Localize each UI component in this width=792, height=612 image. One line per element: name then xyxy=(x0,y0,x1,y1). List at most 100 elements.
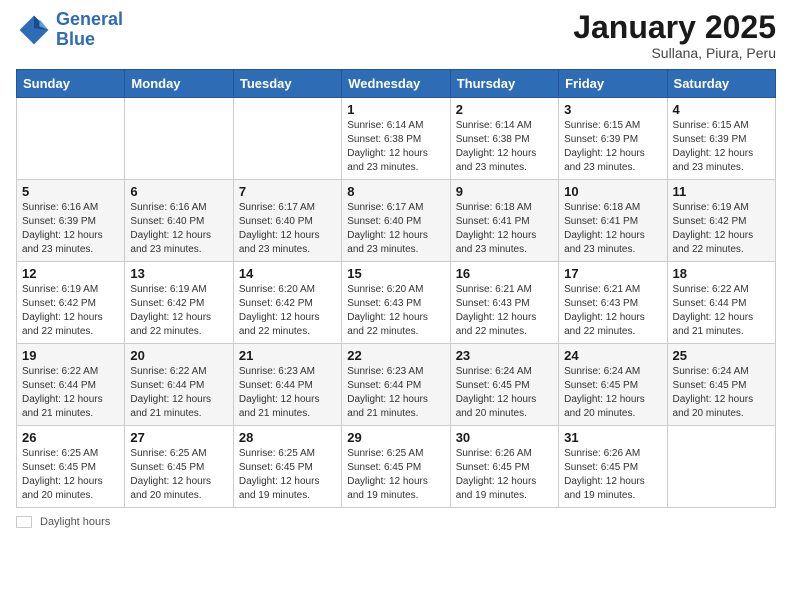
day-info: Sunrise: 6:24 AM Sunset: 6:45 PM Dayligh… xyxy=(673,365,770,421)
day-info: Sunrise: 6:26 AM Sunset: 6:45 PM Dayligh… xyxy=(456,447,553,503)
day-number: 8 xyxy=(347,184,444,199)
day-number: 23 xyxy=(456,348,553,363)
day-number: 24 xyxy=(564,348,661,363)
calendar-cell: 3 Sunrise: 6:15 AM Sunset: 6:39 PM Daylig… xyxy=(559,98,667,180)
calendar-cell xyxy=(17,98,125,180)
day-number: 21 xyxy=(239,348,336,363)
location-subtitle: Sullana, Piura, Peru xyxy=(573,45,776,61)
calendar-cell: 26 Sunrise: 6:25 AM Sunset: 6:45 PM Dayli… xyxy=(17,426,125,508)
calendar-cell: 2Sunrise: 6:14 AM Sunset: 6:38 PM Daylig… xyxy=(450,98,558,180)
calendar-cell: 5 Sunrise: 6:16 AM Sunset: 6:39 PM Daylig… xyxy=(17,180,125,262)
calendar-cell: 29 Sunrise: 6:25 AM Sunset: 6:45 PM Dayli… xyxy=(342,426,450,508)
calendar-cell xyxy=(233,98,341,180)
calendar-cell: 7 Sunrise: 6:17 AM Sunset: 6:40 PM Daylig… xyxy=(233,180,341,262)
calendar-cell: 11Sunrise: 6:19 AM Sunset: 6:42 PM Dayli… xyxy=(667,180,775,262)
calendar-cell: 6Sunrise: 6:16 AM Sunset: 6:40 PM Daylig… xyxy=(125,180,233,262)
legend-label: Daylight hours xyxy=(40,516,110,528)
logo-line2: Blue xyxy=(56,29,95,49)
calendar-cell: 22 Sunrise: 6:23 AM Sunset: 6:44 PM Dayli… xyxy=(342,344,450,426)
day-info: Sunrise: 6:24 AM Sunset: 6:45 PM Dayligh… xyxy=(456,365,553,421)
calendar-cell: 20Sunrise: 6:22 AM Sunset: 6:44 PM Dayli… xyxy=(125,344,233,426)
calendar-cell: 10Sunrise: 6:18 AM Sunset: 6:41 PM Dayli… xyxy=(559,180,667,262)
day-info: Sunrise: 6:24 AM Sunset: 6:45 PM Dayligh… xyxy=(564,365,661,421)
calendar-cell: 31 Sunrise: 6:26 AM Sunset: 6:45 PM Dayli… xyxy=(559,426,667,508)
header: General Blue January 2025 Sullana, Piura… xyxy=(16,10,776,61)
day-info: Sunrise: 6:25 AM Sunset: 6:45 PM Dayligh… xyxy=(347,447,444,503)
day-number: 14 xyxy=(239,266,336,281)
day-number: 11 xyxy=(673,184,770,199)
day-info: Sunrise: 6:21 AM Sunset: 6:43 PM Dayligh… xyxy=(564,283,661,339)
day-number: 19 xyxy=(22,348,119,363)
calendar-cell: 8 Sunrise: 6:17 AM Sunset: 6:40 PM Daylig… xyxy=(342,180,450,262)
calendar-cell: 24 Sunrise: 6:24 AM Sunset: 6:45 PM Dayli… xyxy=(559,344,667,426)
weekday-header-sunday: Sunday xyxy=(17,70,125,98)
day-number: 4 xyxy=(673,102,770,117)
day-number: 7 xyxy=(239,184,336,199)
day-number: 17 xyxy=(564,266,661,281)
calendar-cell: 18Sunrise: 6:22 AM Sunset: 6:44 PM Dayli… xyxy=(667,262,775,344)
day-info: Sunrise: 6:26 AM Sunset: 6:45 PM Dayligh… xyxy=(564,447,661,503)
weekday-header-wednesday: Wednesday xyxy=(342,70,450,98)
day-number: 3 xyxy=(564,102,661,117)
day-info: Sunrise: 6:19 AM Sunset: 6:42 PM Dayligh… xyxy=(22,283,119,339)
day-number: 25 xyxy=(673,348,770,363)
calendar-cell xyxy=(667,426,775,508)
title-block: January 2025 Sullana, Piura, Peru xyxy=(573,10,776,61)
day-info: Sunrise: 6:23 AM Sunset: 6:44 PM Dayligh… xyxy=(347,365,444,421)
day-info: Sunrise: 6:25 AM Sunset: 6:45 PM Dayligh… xyxy=(130,447,227,503)
day-number: 30 xyxy=(456,430,553,445)
calendar-cell: 25 Sunrise: 6:24 AM Sunset: 6:45 PM Dayli… xyxy=(667,344,775,426)
day-info: Sunrise: 6:22 AM Sunset: 6:44 PM Dayligh… xyxy=(130,365,227,421)
day-number: 22 xyxy=(347,348,444,363)
day-number: 28 xyxy=(239,430,336,445)
logo: General Blue xyxy=(16,10,123,50)
calendar-cell: 9Sunrise: 6:18 AM Sunset: 6:41 PM Daylig… xyxy=(450,180,558,262)
day-info: Sunrise: 6:14 AM Sunset: 6:38 PM Dayligh… xyxy=(347,119,444,175)
calendar-cell: 17 Sunrise: 6:21 AM Sunset: 6:43 PM Dayli… xyxy=(559,262,667,344)
day-info: Sunrise: 6:16 AM Sunset: 6:39 PM Dayligh… xyxy=(22,201,119,257)
weekday-header-thursday: Thursday xyxy=(450,70,558,98)
day-info: Sunrise: 6:21 AM Sunset: 6:43 PM Dayligh… xyxy=(456,283,553,339)
day-number: 18 xyxy=(673,266,770,281)
calendar-cell: 1 Sunrise: 6:14 AM Sunset: 6:38 PM Daylig… xyxy=(342,98,450,180)
calendar-cell: 28Sunrise: 6:25 AM Sunset: 6:45 PM Dayli… xyxy=(233,426,341,508)
day-number: 5 xyxy=(22,184,119,199)
calendar-cell: 23 Sunrise: 6:24 AM Sunset: 6:45 PM Dayli… xyxy=(450,344,558,426)
calendar-cell: 13 Sunrise: 6:19 AM Sunset: 6:42 PM Dayli… xyxy=(125,262,233,344)
week-row-1: 1 Sunrise: 6:14 AM Sunset: 6:38 PM Daylig… xyxy=(17,98,776,180)
day-info: Sunrise: 6:15 AM Sunset: 6:39 PM Dayligh… xyxy=(564,119,661,175)
day-info: Sunrise: 6:23 AM Sunset: 6:44 PM Dayligh… xyxy=(239,365,336,421)
calendar-cell xyxy=(125,98,233,180)
day-info: Sunrise: 6:17 AM Sunset: 6:40 PM Dayligh… xyxy=(347,201,444,257)
day-number: 29 xyxy=(347,430,444,445)
weekday-header-row: SundayMondayTuesdayWednesdayThursdayFrid… xyxy=(17,70,776,98)
day-number: 13 xyxy=(130,266,227,281)
legend-box xyxy=(16,516,32,528)
footer: Daylight hours xyxy=(16,516,776,528)
weekday-header-saturday: Saturday xyxy=(667,70,775,98)
day-number: 26 xyxy=(22,430,119,445)
calendar-cell: 16Sunrise: 6:21 AM Sunset: 6:43 PM Dayli… xyxy=(450,262,558,344)
calendar-cell: 30 Sunrise: 6:26 AM Sunset: 6:45 PM Dayli… xyxy=(450,426,558,508)
day-number: 12 xyxy=(22,266,119,281)
week-row-4: 19 Sunrise: 6:22 AM Sunset: 6:44 PM Dayli… xyxy=(17,344,776,426)
calendar-cell: 27 Sunrise: 6:25 AM Sunset: 6:45 PM Dayli… xyxy=(125,426,233,508)
calendar-cell: 14 Sunrise: 6:20 AM Sunset: 6:42 PM Dayli… xyxy=(233,262,341,344)
week-row-2: 5 Sunrise: 6:16 AM Sunset: 6:39 PM Daylig… xyxy=(17,180,776,262)
day-info: Sunrise: 6:19 AM Sunset: 6:42 PM Dayligh… xyxy=(130,283,227,339)
day-info: Sunrise: 6:17 AM Sunset: 6:40 PM Dayligh… xyxy=(239,201,336,257)
day-number: 10 xyxy=(564,184,661,199)
day-info: Sunrise: 6:25 AM Sunset: 6:45 PM Dayligh… xyxy=(22,447,119,503)
day-number: 31 xyxy=(564,430,661,445)
calendar-cell: 15Sunrise: 6:20 AM Sunset: 6:43 PM Dayli… xyxy=(342,262,450,344)
day-number: 2 xyxy=(456,102,553,117)
day-info: Sunrise: 6:20 AM Sunset: 6:42 PM Dayligh… xyxy=(239,283,336,339)
calendar-cell: 21 Sunrise: 6:23 AM Sunset: 6:44 PM Dayli… xyxy=(233,344,341,426)
day-number: 27 xyxy=(130,430,227,445)
logo-text: General Blue xyxy=(56,10,123,50)
calendar-cell: 19Sunrise: 6:22 AM Sunset: 6:44 PM Dayli… xyxy=(17,344,125,426)
week-row-3: 12 Sunrise: 6:19 AM Sunset: 6:42 PM Dayli… xyxy=(17,262,776,344)
day-number: 1 xyxy=(347,102,444,117)
calendar-cell: 4Sunrise: 6:15 AM Sunset: 6:39 PM Daylig… xyxy=(667,98,775,180)
day-info: Sunrise: 6:16 AM Sunset: 6:40 PM Dayligh… xyxy=(130,201,227,257)
